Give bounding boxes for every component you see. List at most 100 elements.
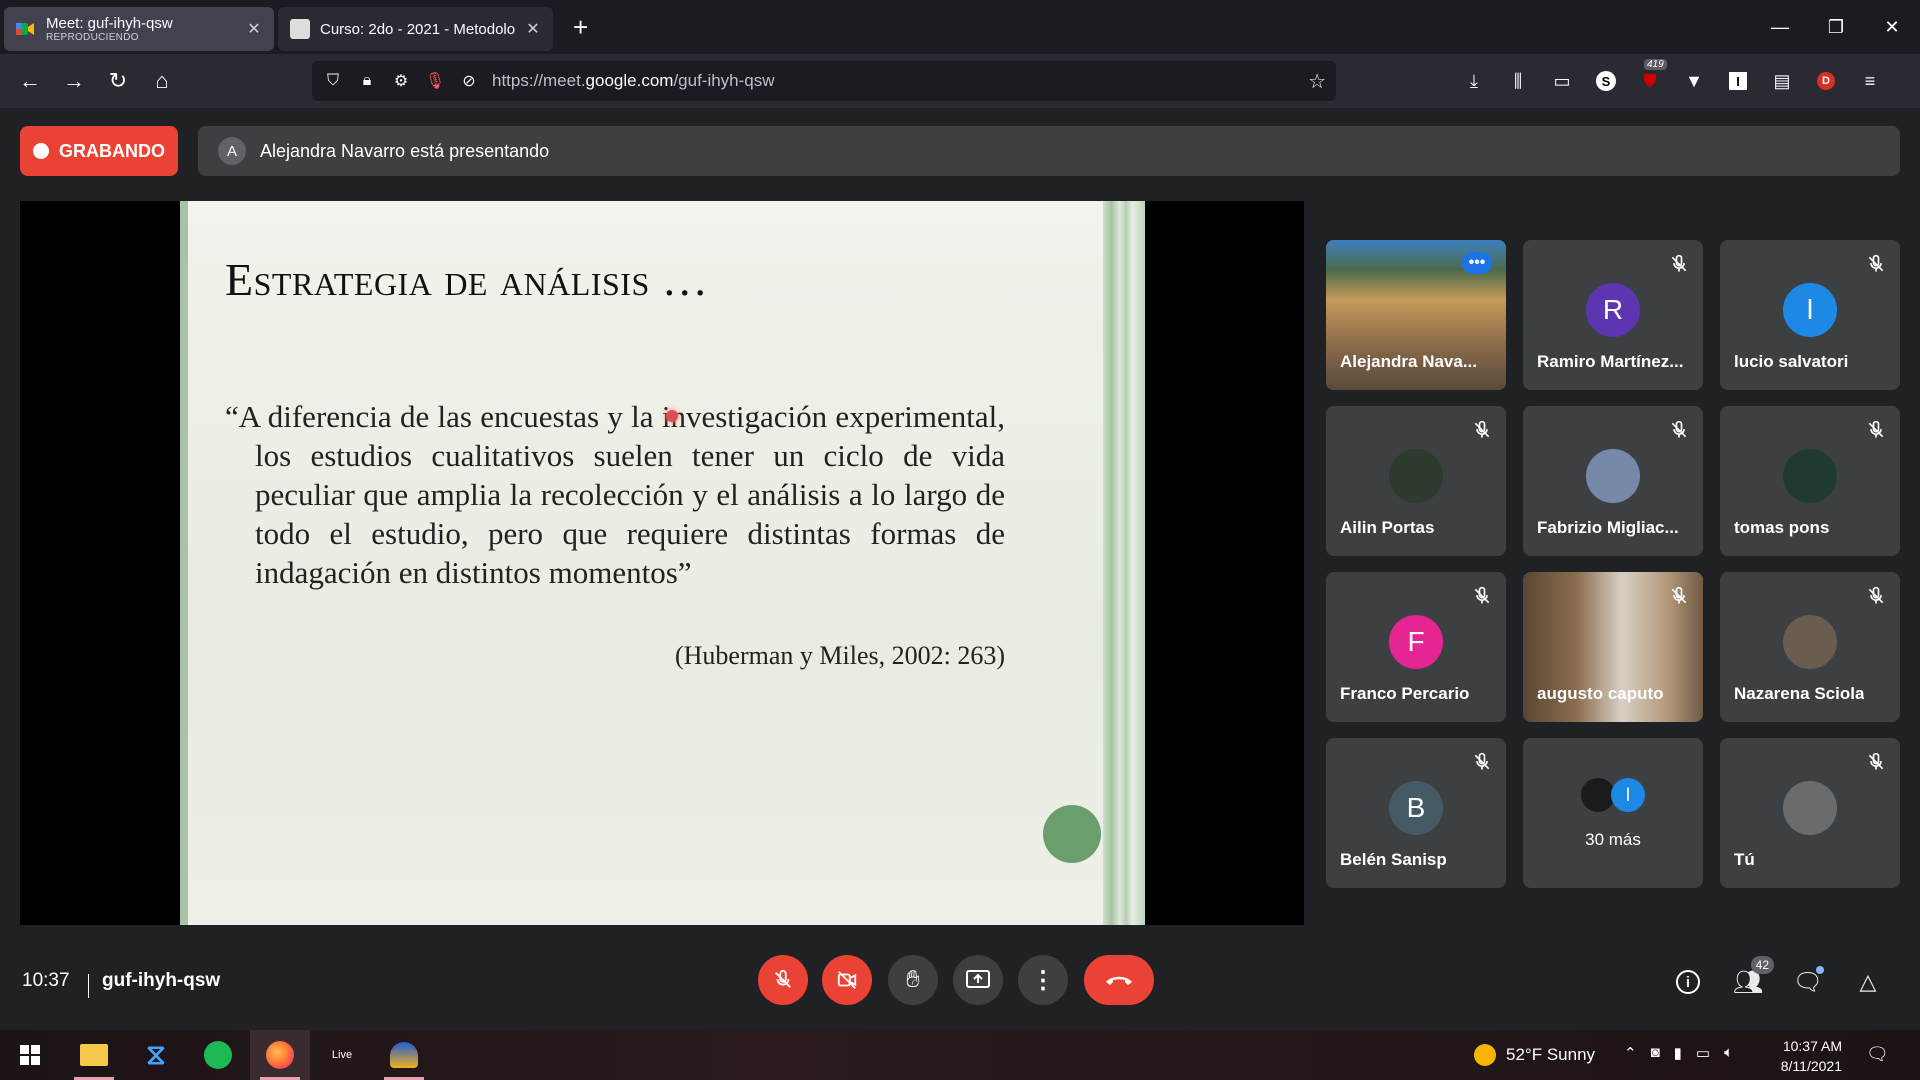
taskbar-clock[interactable]: 10:37 AM 8/11/2021 bbox=[1772, 1036, 1842, 1076]
more-options-icon[interactable]: ••• bbox=[1462, 252, 1492, 274]
microphone-tray-icon[interactable]: ▮ bbox=[1674, 1044, 1682, 1062]
system-tray: ⌃ ◙ ▮ ▭ 🔈︎ bbox=[1624, 1044, 1733, 1062]
taskbar-spotify[interactable] bbox=[188, 1030, 248, 1080]
taskbar-app[interactable] bbox=[374, 1030, 434, 1080]
volume-icon[interactable]: 🔈︎ bbox=[1724, 1044, 1733, 1062]
mic-toggle-button[interactable] bbox=[758, 955, 808, 1005]
participant-photo bbox=[1783, 615, 1837, 669]
presentation-stage[interactable]: Estrategia de análisis … “A diferencia d… bbox=[20, 201, 1304, 925]
participant-tile[interactable]: F Franco Percario bbox=[1326, 572, 1506, 722]
plus-icon[interactable]: + bbox=[573, 12, 588, 43]
participant-tile[interactable]: Ailin Portas bbox=[1326, 406, 1506, 556]
participant-tile[interactable]: Fabrizio Migliac... bbox=[1523, 406, 1703, 556]
participant-photo bbox=[1586, 449, 1640, 503]
windows-taskbar: ⧖ Live 52°F Sunny ⌃ ◙ ▮ ▭ 🔈︎ 10:37 AM 8/… bbox=[0, 1030, 1920, 1080]
taskbar-firefox[interactable] bbox=[250, 1030, 310, 1080]
participant-tile[interactable]: l 30 más bbox=[1523, 738, 1703, 888]
camera-tray-icon[interactable]: ◙ bbox=[1651, 1044, 1660, 1062]
chat-button[interactable]: 🗨︎ bbox=[1790, 964, 1826, 1000]
mic-off-icon bbox=[1866, 586, 1886, 606]
bookmark-star-icon[interactable]: ☆ bbox=[1308, 69, 1326, 94]
slide-title: Estrategia de análisis … bbox=[225, 254, 709, 305]
meeting-details-button[interactable]: i bbox=[1670, 964, 1706, 1000]
mic-off-icon bbox=[1866, 752, 1886, 772]
tab-meet[interactable]: Meet: guf-ihyh-qsw REPRODUCIENDO ✕ bbox=[4, 7, 274, 51]
taskbar-file-explorer[interactable] bbox=[64, 1030, 124, 1080]
participant-name: augusto caputo bbox=[1537, 684, 1664, 703]
i-extension-icon[interactable]: I bbox=[1724, 67, 1752, 95]
reload-icon[interactable]: ↻ bbox=[96, 59, 140, 103]
taskbar-vscode[interactable]: ⧖ bbox=[126, 1030, 186, 1080]
shield-icon[interactable]: ⛉ bbox=[322, 70, 344, 92]
tab-subtitle: REPRODUCIENDO bbox=[46, 32, 139, 43]
end-call-button[interactable] bbox=[1084, 955, 1154, 1005]
start-button[interactable] bbox=[0, 1030, 60, 1080]
weather-text: 52°F Sunny bbox=[1506, 1045, 1596, 1064]
weather-widget[interactable]: 52°F Sunny bbox=[1474, 1044, 1595, 1066]
reader-view-icon[interactable]: ▭ bbox=[1548, 67, 1576, 95]
recording-label: GRABANDO bbox=[59, 140, 165, 161]
camera-off-icon[interactable]: ⊘ bbox=[458, 70, 480, 92]
presenting-text: Alejandra Navarro está presentando bbox=[260, 140, 550, 161]
screenshot-icon[interactable]: ▤ bbox=[1768, 67, 1796, 95]
camera-toggle-button[interactable] bbox=[822, 955, 872, 1005]
battery-icon[interactable]: ▭ bbox=[1696, 1044, 1710, 1062]
back-icon[interactable]: ← bbox=[8, 59, 52, 103]
close-window-icon[interactable]: ✕ bbox=[1864, 0, 1920, 54]
home-icon[interactable]: ⌂ bbox=[140, 59, 184, 103]
slide-decoration-circle bbox=[1043, 805, 1101, 863]
present-button[interactable] bbox=[953, 955, 1003, 1005]
minimize-icon[interactable]: — bbox=[1752, 0, 1808, 54]
hand-icon: ✋︎ bbox=[906, 966, 920, 993]
participant-tile[interactable]: ••• Alejandra Nava... bbox=[1326, 240, 1506, 390]
microphone-icon[interactable]: 🎙︎ bbox=[424, 70, 446, 92]
presenter-avatar: A bbox=[218, 137, 246, 165]
laser-pointer bbox=[666, 410, 678, 422]
url-text: https://meet.google.com/guf-ihyh-qsw bbox=[492, 71, 775, 90]
presenting-banner: A Alejandra Navarro está presentando bbox=[198, 126, 1900, 176]
mic-off-icon bbox=[1472, 586, 1492, 606]
windows-logo-icon bbox=[20, 1045, 40, 1065]
camera-off-icon bbox=[837, 971, 857, 989]
people-count-badge: 42 bbox=[1750, 956, 1774, 974]
taskbar-live[interactable]: Live bbox=[312, 1030, 372, 1080]
activities-button[interactable]: △ bbox=[1850, 964, 1886, 1000]
participant-tile[interactable]: tomas pons bbox=[1720, 406, 1900, 556]
s-extension-icon[interactable]: S bbox=[1592, 67, 1620, 95]
window-controls: — ❐ ✕ bbox=[1752, 0, 1920, 54]
slide-quote: “A diferencia de las encuestas y la inve… bbox=[225, 399, 1005, 590]
vpn-icon[interactable]: ▼ bbox=[1680, 67, 1708, 95]
close-icon[interactable]: ✕ bbox=[525, 19, 541, 39]
participant-tile[interactable]: B Belén Sanisp bbox=[1326, 738, 1506, 888]
participant-tile[interactable]: Tú bbox=[1720, 738, 1900, 888]
forward-icon[interactable]: → bbox=[52, 59, 96, 103]
participant-avatar: l bbox=[1611, 778, 1645, 812]
lock-icon[interactable]: 🔒︎ bbox=[356, 70, 378, 92]
clock-date: 8/11/2021 bbox=[1780, 1058, 1842, 1074]
notifications-icon[interactable]: 🗨︎ bbox=[1866, 1044, 1889, 1065]
ublock-icon[interactable]: ⛊ 419 bbox=[1636, 59, 1667, 95]
firefox-icon bbox=[266, 1041, 294, 1069]
meeting-time: 10:37 bbox=[22, 970, 70, 991]
close-icon[interactable]: ✕ bbox=[246, 19, 262, 39]
d-extension-icon[interactable]: D bbox=[1812, 67, 1840, 95]
sun-icon bbox=[1474, 1044, 1496, 1066]
address-bar[interactable]: ⛉ 🔒︎ ⚙ 🎙︎ ⊘ https://meet.google.com/guf-… bbox=[312, 61, 1336, 101]
restore-icon[interactable]: ❐ bbox=[1808, 0, 1864, 54]
chevron-up-icon[interactable]: ⌃ bbox=[1624, 1044, 1637, 1062]
people-button[interactable]: 👥︎ 42 bbox=[1730, 956, 1774, 1000]
participant-tile[interactable]: Nazarena Sciola bbox=[1720, 572, 1900, 722]
participant-tile[interactable]: augusto caputo bbox=[1523, 572, 1703, 722]
slide-right-border bbox=[1103, 201, 1145, 925]
library-icon[interactable]: ⫼ bbox=[1504, 67, 1532, 95]
more-options-button[interactable]: ⋮ bbox=[1018, 955, 1068, 1005]
raise-hand-button[interactable]: ✋︎ bbox=[888, 955, 938, 1005]
download-icon[interactable]: ⤓ bbox=[1460, 67, 1488, 95]
permissions-icon[interactable]: ⚙ bbox=[390, 70, 412, 92]
participant-name: Belén Sanisp bbox=[1340, 850, 1447, 869]
participant-tile[interactable]: l lucio salvatori bbox=[1720, 240, 1900, 390]
menu-icon[interactable]: ≡ bbox=[1856, 67, 1884, 95]
participant-name: Ailin Portas bbox=[1340, 518, 1435, 537]
tab-curso[interactable]: Curso: 2do - 2021 - Metodolog ✕ bbox=[278, 7, 553, 51]
participant-tile[interactable]: R Ramiro Martínez... bbox=[1523, 240, 1703, 390]
